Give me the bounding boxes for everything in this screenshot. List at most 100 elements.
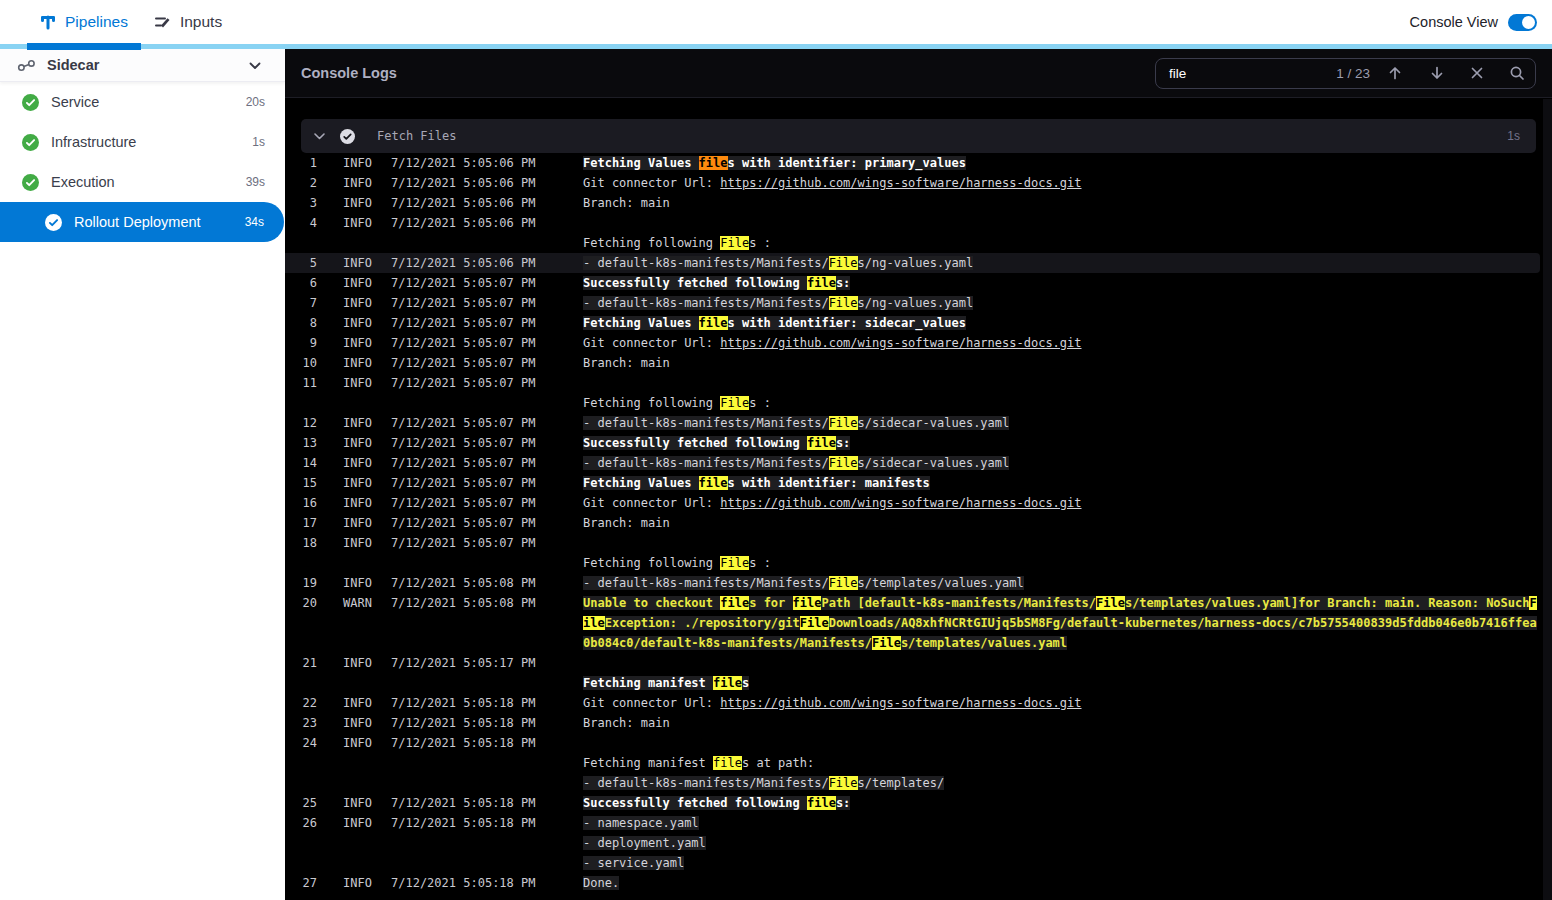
log-row[interactable]: 9INFO7/12/2021 5:05:07 PMGit connector U… [285,333,1552,353]
log-text: Fetching manifest [583,756,713,770]
search-next-icon[interactable] [1429,65,1445,81]
sidebar-item-execution[interactable]: Execution39s [0,162,285,202]
log-text: - default-k8s-manifests/Manifests/ [583,256,829,270]
log-row[interactable]: 18INFO7/12/2021 5:05:07 PM [285,533,1552,553]
log-section-header[interactable]: Fetch Files 1s [301,119,1536,153]
log-row[interactable]: 7INFO7/12/2021 5:05:07 PM- default-k8s-m… [285,293,1552,313]
log-level: INFO [343,256,373,270]
log-row[interactable]: - service.yaml [285,853,1552,873]
log-row[interactable]: 14INFO7/12/2021 5:05:07 PM- default-k8s-… [285,453,1552,473]
log-row[interactable]: 19INFO7/12/2021 5:05:08 PM- default-k8s-… [285,573,1552,593]
log-link[interactable]: https://github.com/wings-software/harnes… [720,496,1081,510]
log-link[interactable]: https://github.com/wings-software/harnes… [720,696,1081,710]
log-row[interactable]: 6INFO7/12/2021 5:05:07 PMSuccessfully fe… [285,273,1552,293]
log-link[interactable]: https://github.com/wings-software/harnes… [720,176,1081,190]
search-match: file [699,476,728,490]
sidebar-item-infrastructure[interactable]: Infrastructure1s [0,122,285,162]
log-row[interactable]: 17INFO7/12/2021 5:05:07 PMBranch: main [285,513,1552,533]
tab-pipelines[interactable]: Pipelines [27,0,141,44]
log-row[interactable]: 23INFO7/12/2021 5:05:18 PMBranch: main [285,713,1552,733]
log-text: s/templates/ [858,776,945,790]
log-message: Successfully fetched following files: [583,276,850,290]
log-timestamp: 7/12/2021 5:05:07 PM [391,476,537,490]
log-row[interactable]: 10INFO7/12/2021 5:05:07 PMBranch: main [285,353,1552,373]
log-text: Branch: main [583,356,670,370]
log-row[interactable]: Fetching following Files : [285,393,1552,413]
log-row[interactable]: - deployment.yaml [285,833,1552,853]
chevron-down-icon[interactable] [314,133,325,140]
log-row[interactable]: 4INFO7/12/2021 5:05:06 PM [285,213,1552,233]
log-row[interactable]: 3INFO7/12/2021 5:05:06 PMBranch: main [285,193,1552,213]
search-match: File [720,556,749,570]
log-level: INFO [343,536,373,550]
log-row[interactable]: 15INFO7/12/2021 5:05:07 PMFetching Value… [285,473,1552,493]
search-match: File [829,416,858,430]
log-line-number: 23 [301,716,317,730]
toggle-knob [1522,16,1535,29]
log-text: s/templates/values.yaml [901,636,1067,650]
log-line-number: 6 [301,276,317,290]
search-box[interactable]: file 1 / 23 [1155,58,1536,89]
sidebar-item-service[interactable]: Service20s [0,82,285,122]
log-row[interactable]: Fetching following Files : [285,233,1552,253]
log-text: s: [836,796,850,810]
log-line-number: 5 [301,256,317,270]
log-row[interactable]: 2INFO7/12/2021 5:05:06 PMGit connector U… [285,173,1552,193]
stage-duration: 1s [252,135,265,149]
log-row[interactable]: 0b084c0/default-k8s-manifests/Manifests/… [285,633,1552,653]
log-row[interactable]: 20WARN7/12/2021 5:05:08 PMUnable to chec… [285,593,1552,613]
log-message: Successfully fetched following files: [583,796,850,810]
log-row[interactable]: 22INFO7/12/2021 5:05:18 PMGit connector … [285,693,1552,713]
log-row[interactable]: 25INFO7/12/2021 5:05:18 PMSuccessfully f… [285,793,1552,813]
log-text: Exception: ./repository/git [605,616,800,630]
chevron-down-icon[interactable] [249,57,261,73]
log-timestamp: 7/12/2021 5:05:06 PM [391,196,537,210]
top-bar: Pipelines Inputs Console View [0,0,1552,44]
log-message: - deployment.yaml [583,836,706,850]
log-row[interactable]: 8INFO7/12/2021 5:05:07 PMFetching Values… [285,313,1552,333]
log-row[interactable]: 16INFO7/12/2021 5:05:07 PMGit connector … [285,493,1552,513]
log-level: INFO [343,476,373,490]
search-match: File [829,776,858,790]
log-row[interactable]: ileException: ./repository/gitFileDownlo… [285,613,1552,633]
log-row[interactable]: 27INFO7/12/2021 5:05:18 PMDone. [285,873,1552,893]
log-level: INFO [343,156,373,170]
log-text: Git connector Url: [583,496,720,510]
search-prev-icon[interactable] [1387,65,1403,81]
log-row[interactable]: - default-k8s-manifests/Manifests/Files/… [285,773,1552,793]
log-level: INFO [343,436,373,450]
tab-inputs[interactable]: Inputs [141,0,235,44]
stage-group-header[interactable]: Sidecar [0,49,285,82]
search-icon[interactable] [1509,65,1525,81]
log-timestamp: 7/12/2021 5:05:18 PM [391,796,537,810]
log-row[interactable]: 1INFO7/12/2021 5:05:06 PMFetching Values… [285,153,1552,173]
log-row[interactable]: 21INFO7/12/2021 5:05:17 PM [285,653,1552,673]
log-message: - default-k8s-manifests/Manifests/Files/… [583,296,973,310]
tab-bar: Pipelines Inputs [0,0,1552,44]
stage-label: Service [51,94,99,110]
sidebar-item-rollout-deployment[interactable]: Rollout Deployment34s [0,202,284,242]
console-view-toggle[interactable] [1508,14,1537,31]
log-line-number: 20 [301,596,317,610]
log-row[interactable]: Fetching manifest files at path: [285,753,1552,773]
log-row[interactable]: 12INFO7/12/2021 5:05:07 PM- default-k8s-… [285,413,1552,433]
log-row[interactable]: 11INFO7/12/2021 5:05:07 PM [285,373,1552,393]
log-row[interactable]: 24INFO7/12/2021 5:05:18 PM [285,733,1552,753]
log-level: INFO [343,296,373,310]
log-link[interactable]: https://github.com/wings-software/harnes… [720,336,1081,350]
log-row[interactable]: 5INFO7/12/2021 5:05:06 PM- default-k8s-m… [285,253,1540,273]
log-text: Done. [583,876,619,890]
search-match: file [807,276,836,290]
step-success-icon [340,129,355,144]
log-row[interactable]: 26INFO7/12/2021 5:05:18 PM- namespace.ya… [285,813,1552,833]
console-title: Console Logs [301,65,397,81]
log-text: - default-k8s-manifests/Manifests/ [583,576,829,590]
log-row[interactable]: Fetching manifest files [285,673,1552,693]
search-clear-icon[interactable] [1471,67,1483,79]
log-text: Git connector Url: [583,696,720,710]
log-row[interactable]: Fetching following Files : [285,553,1552,573]
search-match: File [829,456,858,470]
search-input[interactable]: file [1169,66,1186,81]
log-line-number: 19 [301,576,317,590]
log-row[interactable]: 13INFO7/12/2021 5:05:07 PMSuccessfully f… [285,433,1552,453]
